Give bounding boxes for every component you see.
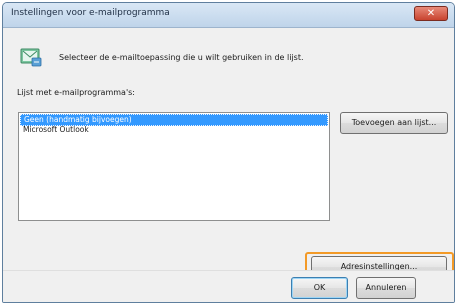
email-program-list[interactable]: Geen (handmatig bijvoegen) Microsoft Out…: [18, 112, 330, 221]
list-item-label: Microsoft Outlook: [23, 125, 89, 134]
close-icon: ✕: [426, 8, 436, 19]
close-button[interactable]: ✕: [414, 6, 448, 21]
add-to-list-button[interactable]: Toevoegen aan lijst...: [340, 112, 448, 134]
email-settings-dialog: Instellingen voor e-mailprogramma ✕ Sele…: [2, 2, 455, 303]
cancel-button[interactable]: Annuleren: [356, 277, 416, 299]
intro-text: Selecteer de e-mailtoepassing die u wilt…: [59, 53, 304, 62]
title-bar[interactable]: Instellingen voor e-mailprogramma ✕: [3, 3, 454, 28]
window-title: Instellingen voor e-mailprogramma: [11, 8, 170, 18]
list-item[interactable]: Microsoft Outlook: [20, 125, 328, 135]
dialog-content: Selecteer de e-mailtoepassing die u wilt…: [3, 28, 454, 302]
list-label: Lijst met e-mailprogramma's:: [17, 88, 135, 97]
list-item-label: Geen (handmatig bijvoegen): [24, 115, 132, 124]
ok-button[interactable]: OK: [291, 277, 348, 299]
email-settings-icon: [20, 48, 42, 67]
